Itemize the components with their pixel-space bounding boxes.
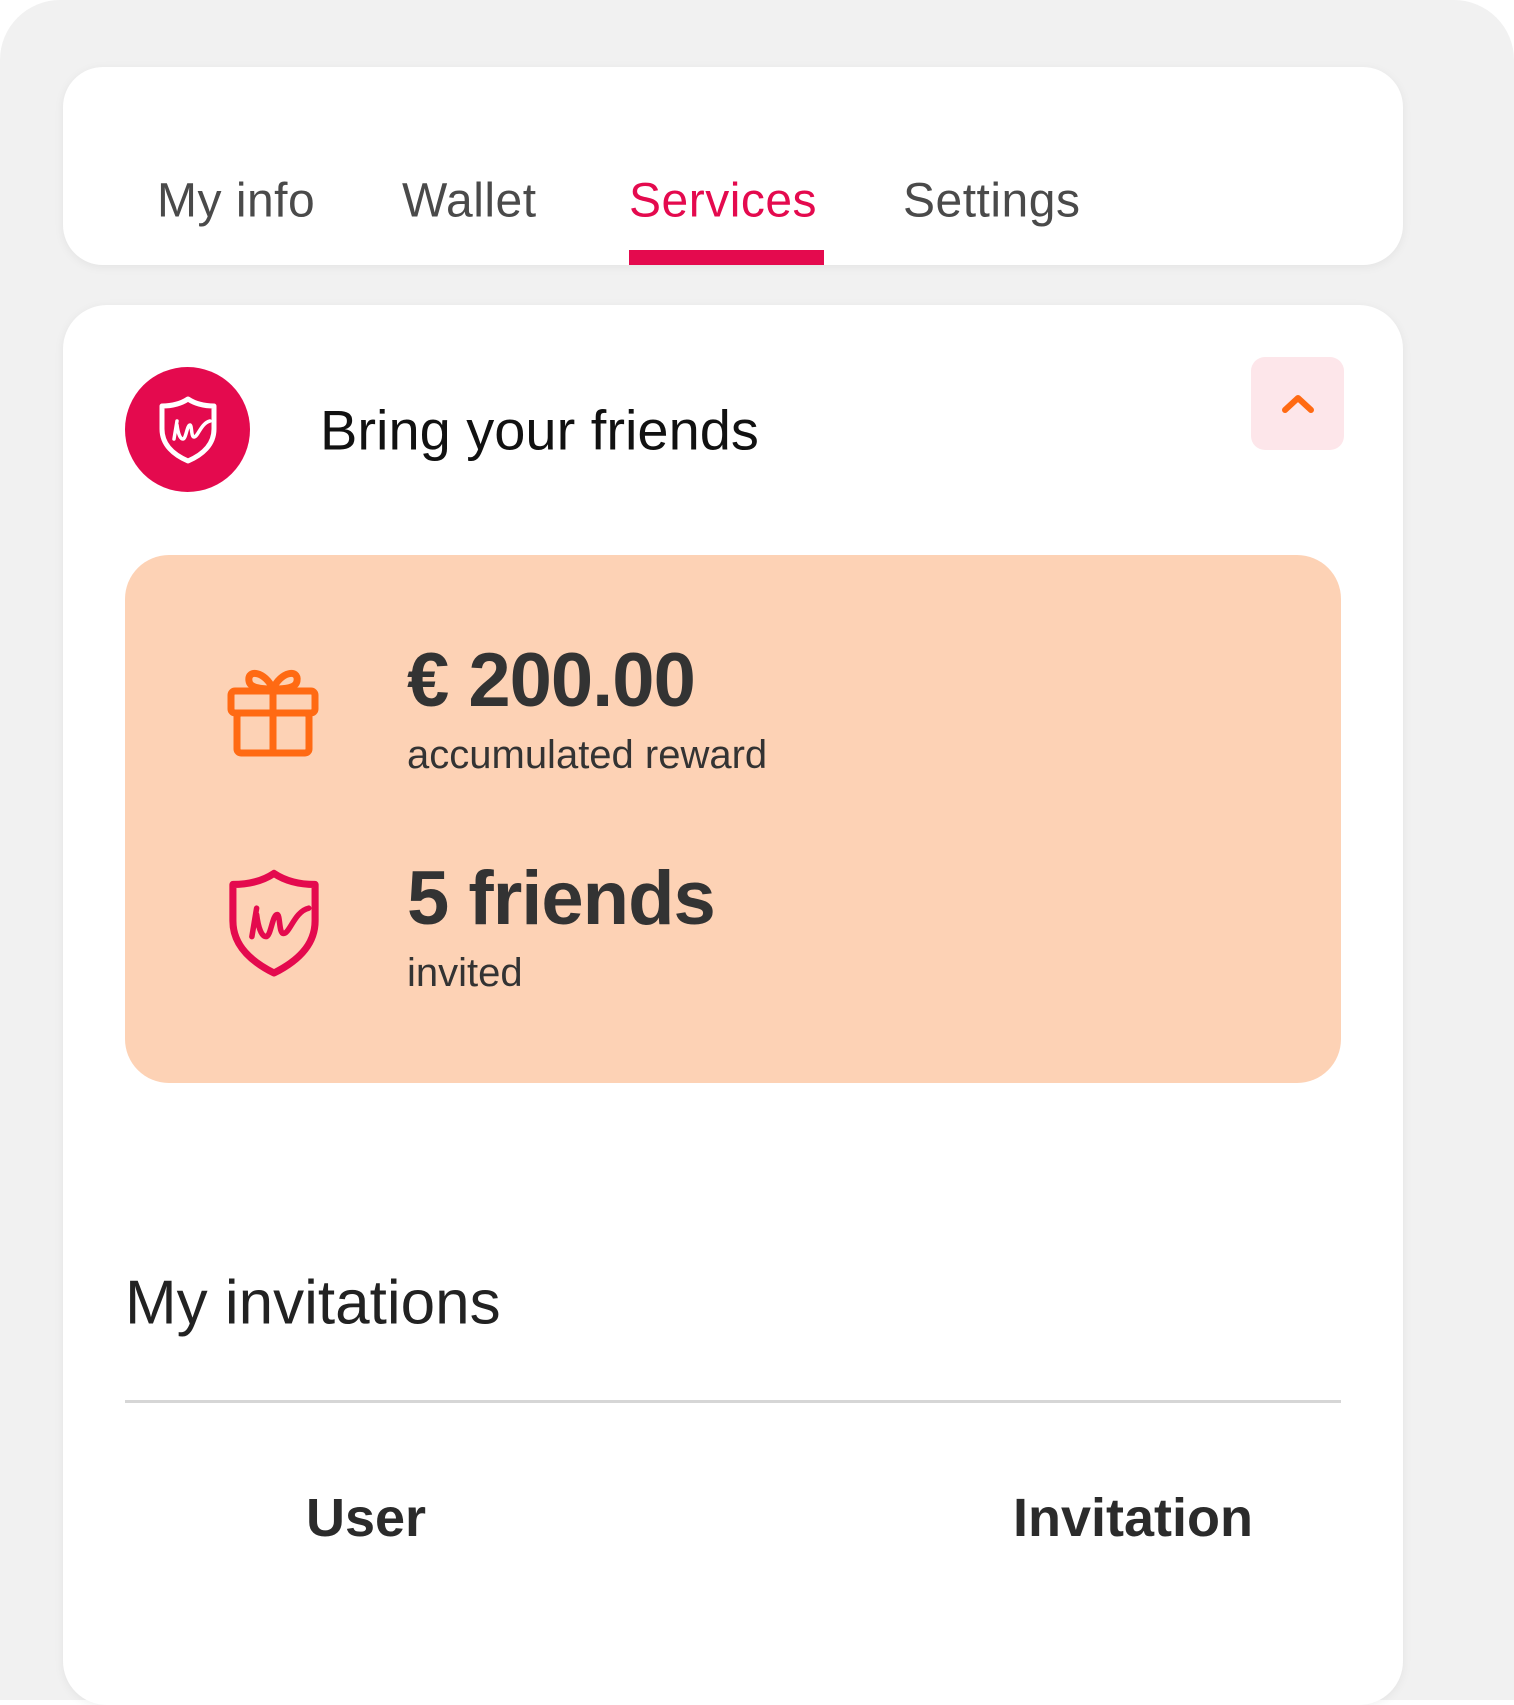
brand-shield-icon xyxy=(159,396,216,463)
friends-label: invited xyxy=(407,951,523,995)
bring-friends-card: Bring your friends € 200.00 accumulated … xyxy=(63,305,1403,1705)
tab-services[interactable]: Services xyxy=(629,174,817,229)
invitations-title: My invitations xyxy=(125,1268,501,1338)
tab-wallet[interactable]: Wallet xyxy=(402,174,537,229)
chevron-up-icon xyxy=(1281,394,1314,413)
column-header-user[interactable]: User xyxy=(306,1487,426,1549)
rewards-summary: € 200.00 accumulated reward 5 friends in… xyxy=(125,555,1341,1083)
tab-my-info[interactable]: My info xyxy=(157,174,315,229)
gift-icon xyxy=(227,670,319,757)
invitations-divider xyxy=(125,1400,1341,1403)
section-title: Bring your friends xyxy=(320,398,759,462)
collapse-button[interactable] xyxy=(1251,357,1344,450)
column-header-invitation[interactable]: Invitation xyxy=(1013,1487,1253,1549)
active-tab-indicator xyxy=(629,250,824,265)
brand-shield-icon xyxy=(229,869,319,977)
friends-count: 5 friends xyxy=(407,856,716,941)
reward-label: accumulated reward xyxy=(407,733,768,777)
reward-amount: € 200.00 xyxy=(407,638,696,723)
brand-avatar xyxy=(125,367,250,492)
page-background: My info Wallet Services Settings Bring y… xyxy=(0,0,1514,1705)
tab-settings[interactable]: Settings xyxy=(903,174,1080,229)
tab-bar: My info Wallet Services Settings xyxy=(63,67,1403,265)
